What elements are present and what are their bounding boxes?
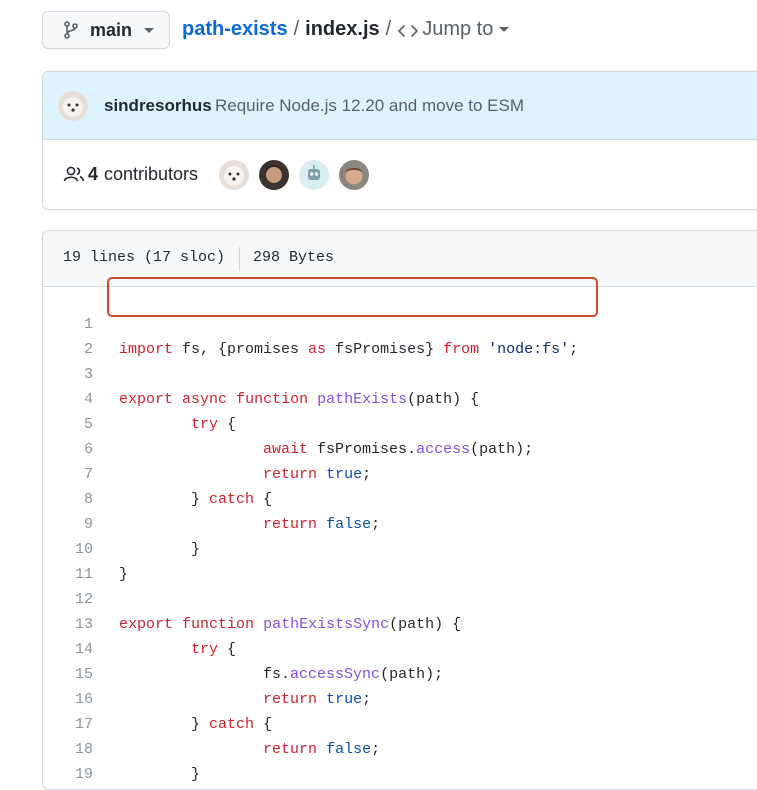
breadcrumb-separator: / (385, 18, 392, 40)
code-line: 6 return true; (43, 412, 757, 483)
repo-link[interactable]: path-exists (182, 18, 288, 41)
code-line: 5 await fsPromises.access(path); (43, 387, 757, 458)
contributors-row[interactable]: 4 contributors (43, 140, 757, 209)
file-size: 298 Bytes (253, 249, 335, 266)
chevron-down-icon (144, 27, 155, 33)
contributors-count: 4 (88, 164, 99, 184)
people-icon (63, 165, 85, 183)
code-line: 11 (43, 537, 757, 583)
chevron-down-icon (499, 27, 510, 32)
code-line: 19 } (43, 737, 757, 783)
line-content: } (119, 762, 200, 787)
line-number[interactable]: 19 (43, 762, 93, 787)
code-line: 10 } (43, 512, 757, 583)
avatar[interactable] (339, 160, 369, 190)
latest-commit-row: sindresorhus Require Node.js 12.20 and m… (43, 72, 757, 140)
avatar[interactable] (299, 160, 329, 190)
git-branch-icon (63, 21, 81, 39)
commit-author[interactable]: sindresorhus (104, 96, 212, 116)
code-line: 1 import fs, {promises as fsPromises} fr… (43, 287, 757, 358)
line-count: 19 lines (17 sloc) (63, 249, 226, 266)
latest-commit-box: sindresorhus Require Node.js 12.20 and m… (42, 71, 757, 210)
file-name: index.js (305, 18, 380, 40)
code-line: 8 return false; (43, 462, 757, 533)
code-line: 15 return true; (43, 637, 757, 708)
file-navigation: main path-exists / index.js / Jump to (0, 0, 757, 64)
code-icon (397, 22, 419, 38)
file-view: 19 lines (17 sloc) 298 Bytes 1 import fs… (42, 230, 757, 790)
code-line: 16 } catch { (43, 662, 757, 733)
code-line: 14 fs.accessSync(path); (43, 612, 757, 683)
branch-select-button[interactable]: main (42, 11, 170, 49)
code-line: 7 } catch { (43, 437, 757, 508)
code-line: 12 export function pathExistsSync(path) … (43, 562, 757, 633)
file-info-bar: 19 lines (17 sloc) 298 Bytes (43, 231, 757, 287)
code-line: 13 try { (43, 587, 757, 658)
avatar[interactable] (259, 160, 289, 190)
jump-to-button[interactable]: Jump to (397, 18, 510, 41)
code-line: 3 export async function pathExists(path)… (43, 337, 757, 408)
divider (239, 247, 240, 271)
jump-to-label: Jump to (422, 18, 494, 40)
code-line: 4 try { (43, 362, 757, 433)
code-line: 9 } (43, 487, 757, 558)
code-line: 18 } (43, 712, 757, 783)
contributors-label: contributors (104, 164, 199, 184)
branch-label: main (90, 19, 133, 40)
breadcrumb-separator: / (293, 18, 300, 40)
breadcrumb: path-exists / index.js / Jump to (182, 18, 510, 41)
avatar[interactable] (58, 91, 88, 121)
avatar[interactable] (219, 160, 249, 190)
code-line: 2 (43, 312, 757, 358)
code-line: 17 return false; (43, 687, 757, 758)
commit-message[interactable]: Require Node.js 12.20 and move to ESM (215, 96, 524, 116)
